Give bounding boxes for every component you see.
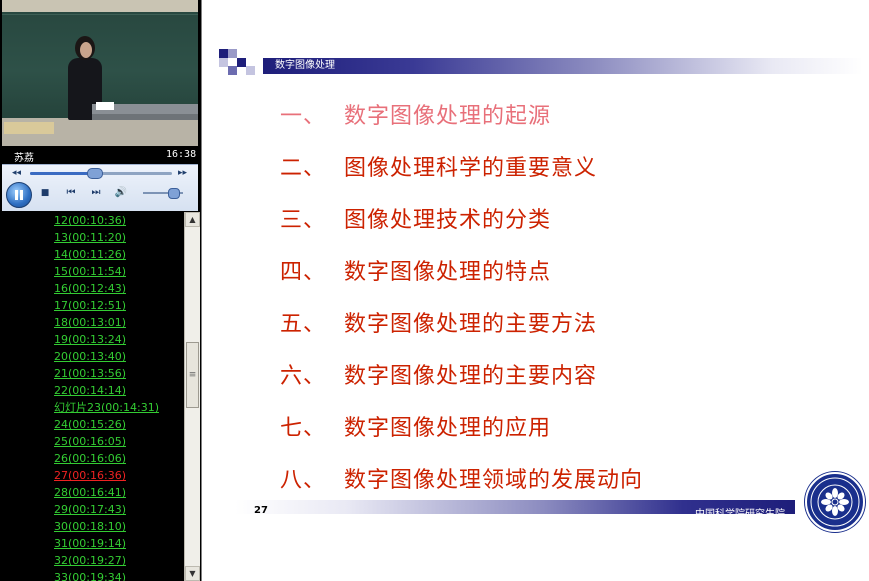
toc-number: 一、 — [280, 104, 327, 129]
toc-item: 三、 图像处理技术的分类 — [280, 202, 551, 234]
seek-handle[interactable] — [87, 168, 103, 179]
playlist-item[interactable]: 28(00:16:41) — [54, 486, 126, 500]
playlist-item[interactable]: 13(00:11:20) — [54, 231, 126, 245]
playlist-item[interactable]: 32(00:19:27) — [54, 554, 126, 568]
playlist-item[interactable]: 18(00:13:01) — [54, 316, 126, 330]
toc-text: 数字图像处理的起源 — [344, 104, 552, 129]
slide-title: 数字图像处理 — [275, 60, 335, 71]
playlist-item[interactable]: 29(00:17:43) — [54, 503, 126, 517]
rewind-icon[interactable]: ◂◂ — [12, 168, 21, 178]
left-panel: 苏荔 16:38 ◂◂ ▸▸ ■ ⏮ ⏭ 🔊 12(00:10:36) 13(00… — [0, 0, 201, 581]
slide: 数字图像处理 一、 数字图像处理的起源 二、 图像处理科学的重要意义 三、 图像处理技术的… — [210, 44, 865, 534]
playlist-item[interactable]: 24(00:15:26) — [54, 418, 126, 432]
previous-icon[interactable]: ⏮ — [64, 187, 78, 199]
next-icon[interactable]: ⏭ — [89, 187, 103, 199]
playlist-item[interactable]: 22(00:14:14) — [54, 384, 126, 398]
toc-text: 图像处理科学的重要意义 — [344, 156, 598, 181]
playlist-scrollbar[interactable]: ▲ ≡ ▼ — [184, 212, 200, 581]
playlist-item[interactable]: 幻灯片23(00:14:31) — [54, 401, 159, 415]
playlist-item[interactable]: 31(00:19:14) — [54, 537, 126, 551]
scroll-thumb[interactable]: ≡ — [186, 342, 199, 408]
page-number: 27 — [254, 505, 268, 516]
toc-number: 六、 — [280, 364, 327, 389]
slide-playlist: 12(00:10:36) 13(00:11:20) 14(00:11:26) 15(0… — [2, 212, 184, 581]
toc-item: 七、 数字图像处理的应用 — [280, 410, 551, 442]
slide-area: 数字图像处理 一、 数字图像处理的起源 二、 图像处理科学的重要意义 三、 图像处理技术的… — [205, 0, 869, 581]
toc-text: 数字图像处理的应用 — [344, 416, 552, 441]
playlist-item[interactable]: 15(00:11:54) — [54, 265, 126, 279]
playlist-item[interactable]: 33(00:19:34) — [54, 571, 126, 581]
video-view[interactable] — [2, 0, 198, 146]
scroll-up-icon[interactable]: ▲ — [185, 212, 200, 227]
toc-number: 八、 — [280, 468, 327, 493]
toc-number: 二、 — [280, 156, 327, 181]
slide-header-bar — [263, 58, 863, 74]
logo-emblem-icon — [810, 477, 860, 527]
toc-item: 六、 数字图像处理的主要内容 — [280, 358, 597, 390]
toc-text: 数字图像处理的主要方法 — [344, 312, 598, 337]
playlist-item[interactable]: 14(00:11:26) — [54, 248, 126, 262]
toc-number: 三、 — [280, 208, 327, 233]
volume-handle[interactable] — [168, 188, 180, 199]
fast-forward-icon[interactable]: ▸▸ — [178, 168, 187, 178]
playlist-item[interactable]: 17(00:12:51) — [54, 299, 126, 313]
seek-progress — [30, 172, 94, 175]
scroll-down-icon[interactable]: ▼ — [185, 566, 200, 581]
stop-icon[interactable]: ■ — [38, 187, 52, 199]
toc-text: 图像处理技术的分类 — [344, 208, 552, 233]
playlist-item[interactable]: 27(00:16:36) — [54, 469, 126, 483]
toc-item: 五、 数字图像处理的主要方法 — [280, 306, 597, 338]
institution-logo — [805, 472, 865, 532]
volume-icon[interactable]: 🔊 — [114, 187, 128, 199]
playlist-item[interactable]: 19(00:13:24) — [54, 333, 126, 347]
speaker-name: 苏荔 — [14, 153, 34, 164]
toc-number: 四、 — [280, 260, 327, 285]
institution-name: 中国科学院研究生院 — [695, 509, 785, 520]
toc-item: 八、 数字图像处理领域的发展动向 — [280, 462, 643, 494]
toc-number: 五、 — [280, 312, 327, 337]
toc-item: 一、 数字图像处理的起源 — [280, 98, 551, 130]
pause-button[interactable] — [6, 182, 32, 208]
toc-text: 数字图像处理的主要内容 — [344, 364, 598, 389]
playlist-item[interactable]: 16(00:12:43) — [54, 282, 126, 296]
toc-item: 二、 图像处理科学的重要意义 — [280, 150, 597, 182]
playlist-item[interactable]: 21(00:13:56) — [54, 367, 126, 381]
toc-text: 数字图像处理的特点 — [344, 260, 552, 285]
playlist-item[interactable]: 26(00:16:06) — [54, 452, 126, 466]
toc-item: 四、 数字图像处理的特点 — [280, 254, 551, 286]
player-controls: ◂◂ ▸▸ ■ ⏮ ⏭ 🔊 — [2, 164, 198, 211]
elapsed-time: 16:38 — [166, 149, 197, 160]
playlist-item[interactable]: 25(00:16:05) — [54, 435, 126, 449]
playlist-item[interactable]: 12(00:10:36) — [54, 214, 126, 228]
toc-text: 数字图像处理领域的发展动向 — [344, 468, 644, 493]
playlist-item[interactable]: 30(00:18:10) — [54, 520, 126, 534]
playlist-item[interactable]: 20(00:13:40) — [54, 350, 126, 364]
toc-number: 七、 — [280, 416, 327, 441]
